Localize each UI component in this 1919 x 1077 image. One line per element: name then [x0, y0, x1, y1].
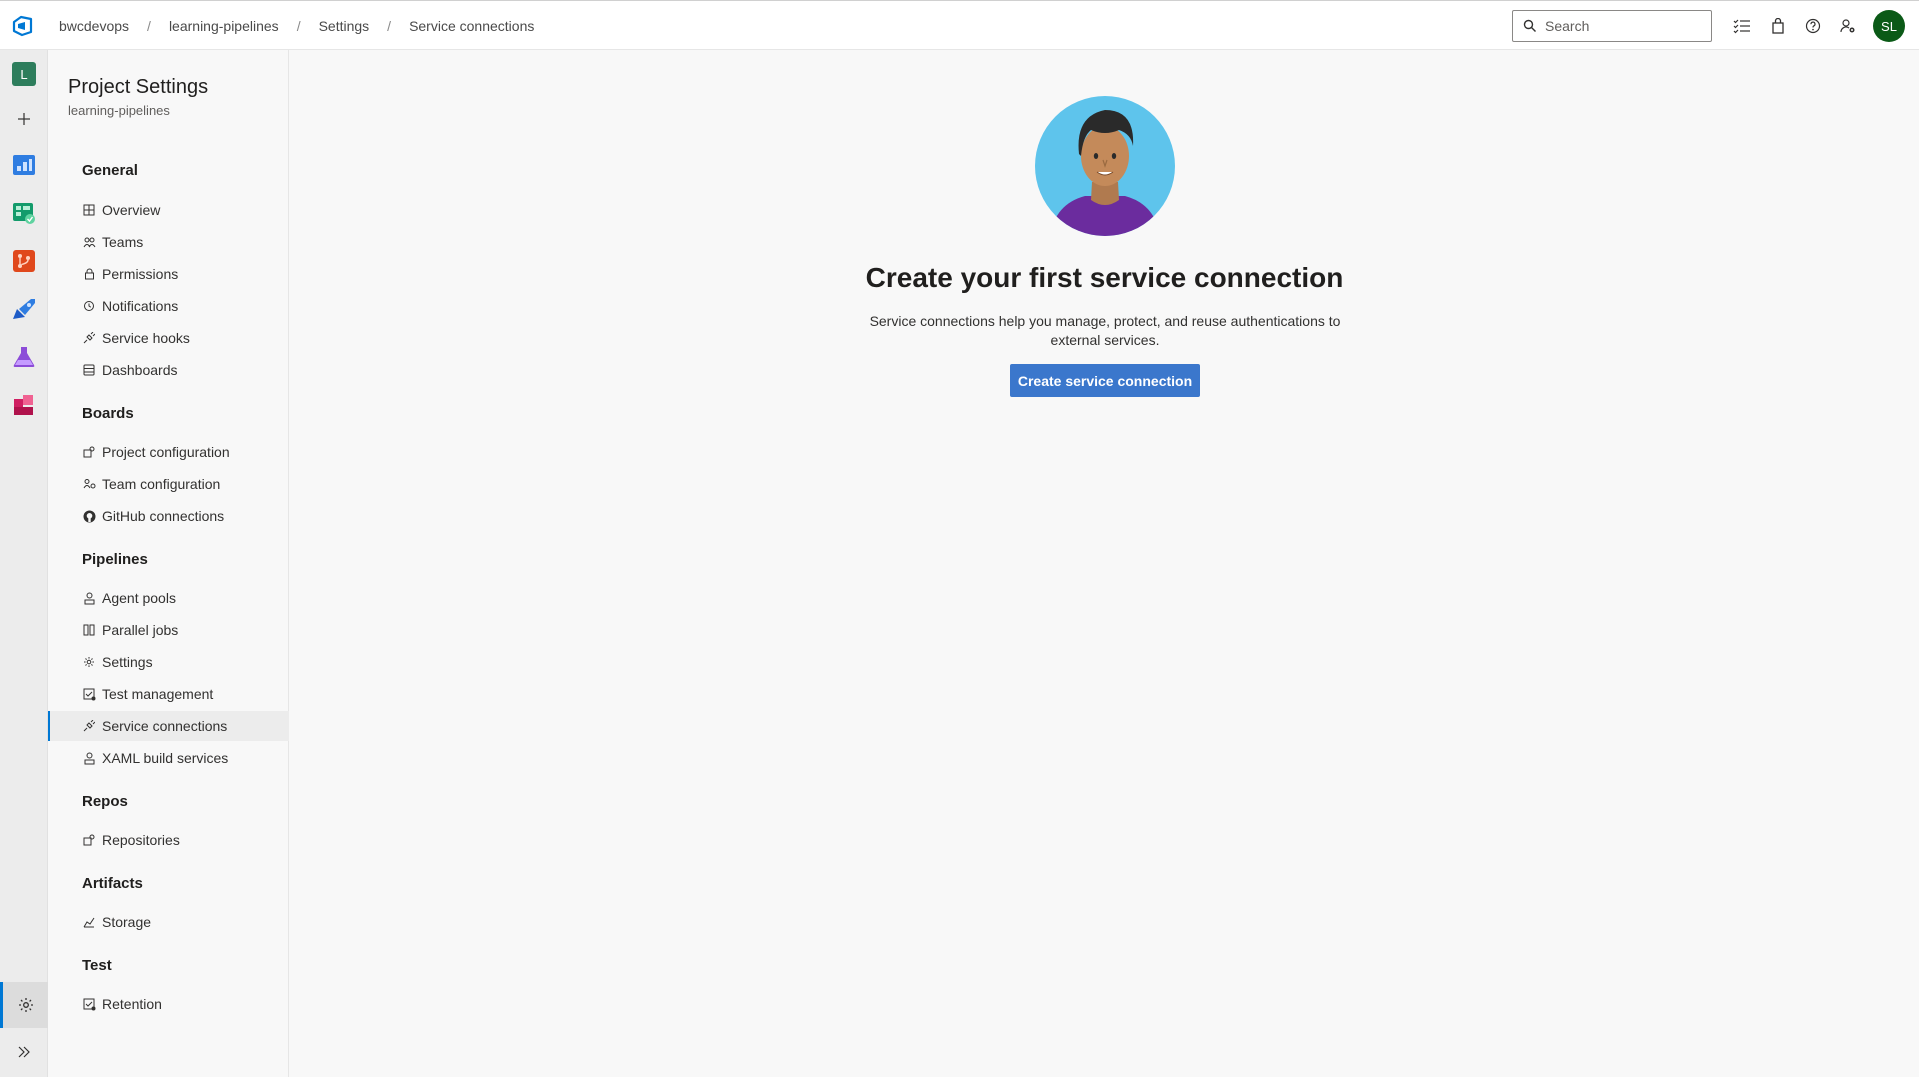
retention-icon — [82, 997, 96, 1011]
nav-item-retention[interactable]: Retention — [48, 989, 289, 1019]
project-configuration-icon — [82, 445, 96, 459]
parallel-jobs-icon — [82, 623, 96, 637]
test-plans-icon[interactable] — [11, 344, 37, 370]
person-illustration — [1035, 96, 1175, 236]
nav-item-github-connections[interactable]: GitHub connections — [48, 501, 289, 531]
product-rail: L — [0, 50, 48, 1077]
team-configuration-icon — [82, 477, 96, 491]
top-header: bwcdevops / learning-pipelines / Setting… — [0, 0, 1919, 50]
nav-item-agent-pools[interactable]: Agent pools — [48, 583, 289, 613]
nav-item-storage[interactable]: Storage — [48, 907, 289, 937]
nav-item-label: XAML build services — [102, 750, 229, 766]
breadcrumb-current-page[interactable]: Service connections — [409, 18, 534, 34]
user-avatar[interactable]: SL — [1873, 10, 1905, 42]
nav-item-parallel-jobs[interactable]: Parallel jobs — [48, 615, 289, 645]
nav-item-service-hooks[interactable]: Service hooks — [48, 323, 289, 353]
nav-item-xaml-build-services[interactable]: XAML build services — [48, 743, 289, 773]
artifacts-icon[interactable] — [11, 392, 37, 418]
create-service-connection-button[interactable]: Create service connection — [1010, 364, 1200, 397]
expand-rail-chevron-icon[interactable] — [0, 1030, 48, 1074]
plug-icon — [82, 719, 96, 733]
nav-item-label: Overview — [102, 202, 161, 218]
settings-nav: Project Settings learning-pipelines Gene… — [48, 50, 289, 1077]
nav-item-test-management[interactable]: Test management — [48, 679, 289, 709]
empty-state-description: Service connections help you manage, pro… — [869, 313, 1341, 348]
breadcrumb-organization[interactable]: bwcdevops — [59, 18, 129, 34]
nav-subtitle: learning-pipelines — [68, 103, 170, 118]
nav-item-label: Agent pools — [102, 590, 176, 606]
repos-icon[interactable] — [11, 248, 37, 274]
nav-item-settings[interactable]: Settings — [48, 647, 289, 677]
nav-item-label: Service hooks — [102, 330, 190, 346]
nav-item-label: Settings — [102, 654, 153, 670]
nav-item-label: Dashboards — [102, 362, 178, 378]
gear-icon — [82, 655, 96, 669]
teams-icon — [82, 235, 96, 249]
nav-item-project-configuration[interactable]: Project configuration — [48, 437, 289, 467]
group-header-pipelines: Pipelines — [82, 551, 148, 568]
nav-item-permissions[interactable]: Permissions — [48, 259, 289, 289]
breadcrumb-separator: / — [387, 18, 392, 34]
nav-item-label: Teams — [102, 234, 144, 250]
repository-icon — [82, 833, 96, 847]
agent-pool-icon — [82, 751, 96, 765]
overview-icon[interactable] — [11, 152, 37, 178]
project-badge[interactable]: L — [12, 62, 36, 86]
nav-item-teams[interactable]: Teams — [48, 227, 289, 257]
group-header-boards: Boards — [82, 405, 134, 422]
nav-item-label: Project configuration — [102, 444, 230, 460]
breadcrumb: bwcdevops / learning-pipelines / Setting… — [59, 1, 534, 51]
nav-item-label: Repositories — [102, 832, 180, 848]
empty-state-title: Create your first service connection — [865, 262, 1344, 293]
nav-item-overview[interactable]: Overview — [48, 195, 289, 225]
user-settings-icon[interactable] — [1838, 16, 1858, 36]
storage-chart-icon — [82, 915, 96, 929]
nav-title: Project Settings — [68, 76, 209, 98]
dashboard-icon — [82, 363, 96, 377]
nav-item-label: Service connections — [102, 718, 228, 734]
search-icon — [1523, 19, 1537, 33]
marketplace-bag-icon[interactable] — [1768, 16, 1788, 36]
nav-item-repositories[interactable]: Repositories — [48, 825, 289, 855]
breadcrumb-project[interactable]: learning-pipelines — [169, 18, 279, 34]
nav-item-label: Storage — [102, 914, 152, 930]
group-header-general: General — [82, 162, 138, 179]
overview-grid-icon — [82, 203, 96, 217]
nav-item-label: Parallel jobs — [102, 622, 179, 638]
boards-icon[interactable] — [11, 200, 37, 226]
help-icon[interactable] — [1803, 16, 1823, 36]
nav-item-label: Notifications — [102, 298, 179, 314]
nav-item-label: Permissions — [102, 266, 179, 282]
breadcrumb-separator: / — [147, 18, 151, 34]
nav-item-team-configuration[interactable]: Team configuration — [48, 469, 289, 499]
group-header-artifacts: Artifacts — [82, 875, 143, 892]
pipelines-icon[interactable] — [11, 296, 37, 322]
nav-item-notifications[interactable]: Notifications — [48, 291, 289, 321]
project-settings-gear-icon[interactable] — [0, 982, 48, 1028]
nav-item-dashboards[interactable]: Dashboards — [48, 355, 289, 385]
work-items-list-icon[interactable] — [1732, 16, 1752, 36]
notification-icon — [82, 299, 96, 313]
main-content: Create your first service connection Ser… — [290, 50, 1919, 1077]
nav-item-label: Team configuration — [102, 476, 221, 492]
new-item-plus-icon[interactable] — [11, 106, 37, 132]
breadcrumb-separator: / — [296, 18, 301, 34]
nav-item-label: GitHub connections — [102, 508, 225, 524]
plug-icon — [82, 331, 96, 345]
lock-icon — [82, 267, 96, 281]
nav-item-label: Test management — [102, 686, 214, 702]
azure-devops-logo-icon[interactable] — [11, 14, 35, 38]
nav-item-service-connections[interactable]: Service connections — [48, 711, 289, 741]
search-input[interactable] — [1545, 18, 1695, 34]
group-header-test: Test — [82, 957, 112, 974]
group-header-repos: Repos — [82, 793, 128, 810]
breadcrumb-settings[interactable]: Settings — [319, 18, 370, 34]
agent-pool-icon — [82, 591, 96, 605]
nav-item-label: Retention — [102, 996, 162, 1012]
test-management-icon — [82, 687, 96, 701]
search-box[interactable] — [1512, 10, 1712, 42]
github-icon — [82, 509, 96, 523]
